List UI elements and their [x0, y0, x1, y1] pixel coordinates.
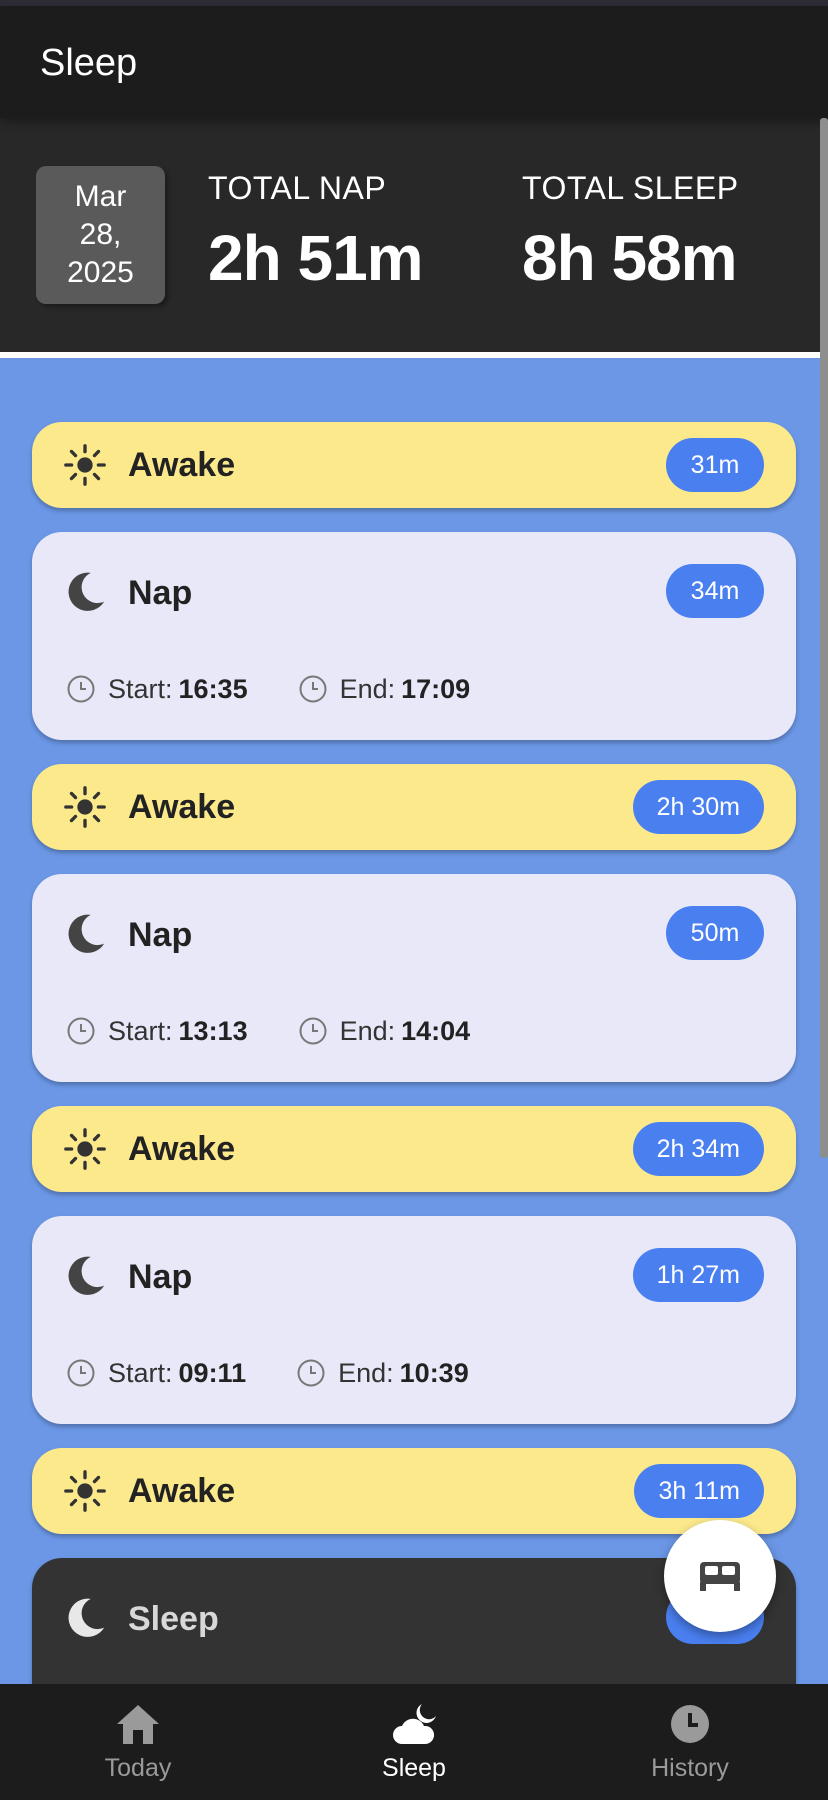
clock-icon — [299, 1017, 327, 1045]
start-time: Start: 13:13 — [66, 1016, 248, 1047]
sun-icon — [64, 1128, 106, 1170]
entry-type: Sleep — [128, 1600, 219, 1638]
entry-type: Awake — [128, 788, 236, 826]
clock-icon — [67, 1359, 95, 1387]
clock-icon — [67, 675, 95, 703]
total-nap-value: 2h 51m — [208, 222, 424, 294]
end-value: 14:04 — [401, 1015, 471, 1046]
bed-icon — [700, 1562, 740, 1591]
clock-icon — [299, 675, 327, 703]
summary-divider — [0, 352, 820, 358]
entry-type: Nap — [128, 574, 193, 612]
clock-icon — [67, 1017, 95, 1045]
entry-type: Awake — [128, 1472, 236, 1510]
date-month: Mar — [74, 180, 127, 213]
sun-icon — [64, 1470, 106, 1512]
app-bar: Sleep — [0, 6, 828, 118]
duration-badge: 1h 27m — [632, 1248, 764, 1302]
end-label: End: — [339, 673, 396, 704]
duration-badge: 50m — [666, 906, 764, 960]
cloud-moon-icon — [393, 1704, 436, 1744]
total-sleep-label: TOTAL SLEEP — [522, 170, 739, 206]
start-value: 13:13 — [178, 1015, 248, 1046]
start-value: 09:11 — [178, 1357, 247, 1388]
entry-type: Awake — [128, 1130, 236, 1168]
time-range: Start: 13:13 End: 14:04 — [66, 1013, 520, 1049]
nav-today[interactable]: Today — [0, 1684, 276, 1800]
nav-label: History — [651, 1754, 729, 1782]
moon-icon — [68, 572, 105, 611]
start-value: 16:35 — [178, 673, 248, 704]
time-range: Start: 09:11 End: 10:39 — [66, 1355, 519, 1391]
home-icon — [117, 1705, 159, 1744]
add-sleep-button[interactable] — [664, 1520, 776, 1632]
entry-type: Awake — [128, 446, 236, 484]
clock-icon — [297, 1359, 325, 1387]
duration-badge: 2h 30m — [632, 780, 764, 834]
end-time: End: 17:09 — [298, 673, 471, 705]
end-value: 17:09 — [401, 673, 471, 704]
total-sleep-value: 8h 58m — [522, 222, 738, 294]
end-label: End: — [338, 1357, 394, 1388]
end-time: End: 14:04 — [298, 1015, 471, 1047]
duration-badge: 2h 34m — [632, 1122, 764, 1176]
time-range: Start: 16:35 End: 17:09 — [66, 671, 520, 707]
date-year: 2025 — [67, 256, 134, 289]
moon-icon — [68, 1598, 105, 1637]
sun-icon — [64, 444, 106, 486]
awake-card[interactable]: Awake 3h 11m — [32, 1448, 796, 1534]
moon-icon — [68, 914, 105, 953]
start-time: Start: 16:35 — [66, 674, 248, 705]
nav-label: Today — [104, 1754, 172, 1782]
scrollbar[interactable] — [820, 118, 828, 1158]
bottom-nav: Today Sleep History — [0, 1684, 828, 1800]
nap-card[interactable]: Nap 50m Start: 13:13 End: 14:04 — [32, 874, 796, 1082]
awake-card[interactable]: Awake 2h 34m — [32, 1106, 796, 1192]
duration-badge: 3h 11m — [634, 1464, 764, 1518]
daily-summary: Mar 28, 2025 TOTAL NAP 2h 51m TOTAL SLEE… — [0, 118, 828, 354]
total-nap-stat: TOTAL NAP 2h 51m — [208, 170, 424, 295]
end-value: 10:39 — [399, 1357, 469, 1388]
clock-icon — [671, 1705, 709, 1743]
start-label: Start: — [108, 1357, 173, 1388]
start-label: Start: — [108, 673, 173, 704]
nav-sleep[interactable]: Sleep — [276, 1684, 552, 1800]
page-title: Sleep — [40, 42, 138, 84]
entry-type: Nap — [128, 1258, 193, 1296]
nav-label: Sleep — [382, 1754, 446, 1782]
start-time: Start: 09:11 — [66, 1358, 246, 1389]
moon-icon — [68, 1256, 105, 1295]
date-picker[interactable]: Mar 28, 2025 — [36, 166, 165, 304]
awake-card[interactable]: Awake 2h 30m — [32, 764, 796, 850]
duration-badge: 34m — [666, 564, 764, 618]
end-label: End: — [339, 1015, 396, 1046]
total-sleep-stat: TOTAL SLEEP 8h 58m — [522, 170, 739, 295]
sun-icon — [64, 786, 106, 828]
end-time: End: 10:39 — [296, 1358, 469, 1389]
entry-type: Nap — [128, 916, 193, 954]
duration-badge: 31m — [666, 438, 764, 492]
nap-card[interactable]: Nap 1h 27m Start: 09:11 End: 10:39 — [32, 1216, 796, 1424]
nap-card[interactable]: Nap 34m Start: 16:35 End: 17:09 — [32, 532, 796, 740]
total-nap-label: TOTAL NAP — [208, 170, 387, 206]
start-label: Start: — [108, 1015, 173, 1046]
awake-card[interactable]: Awake 31m — [32, 422, 796, 508]
nav-history[interactable]: History — [552, 1684, 828, 1800]
date-day: 28, — [79, 218, 122, 251]
